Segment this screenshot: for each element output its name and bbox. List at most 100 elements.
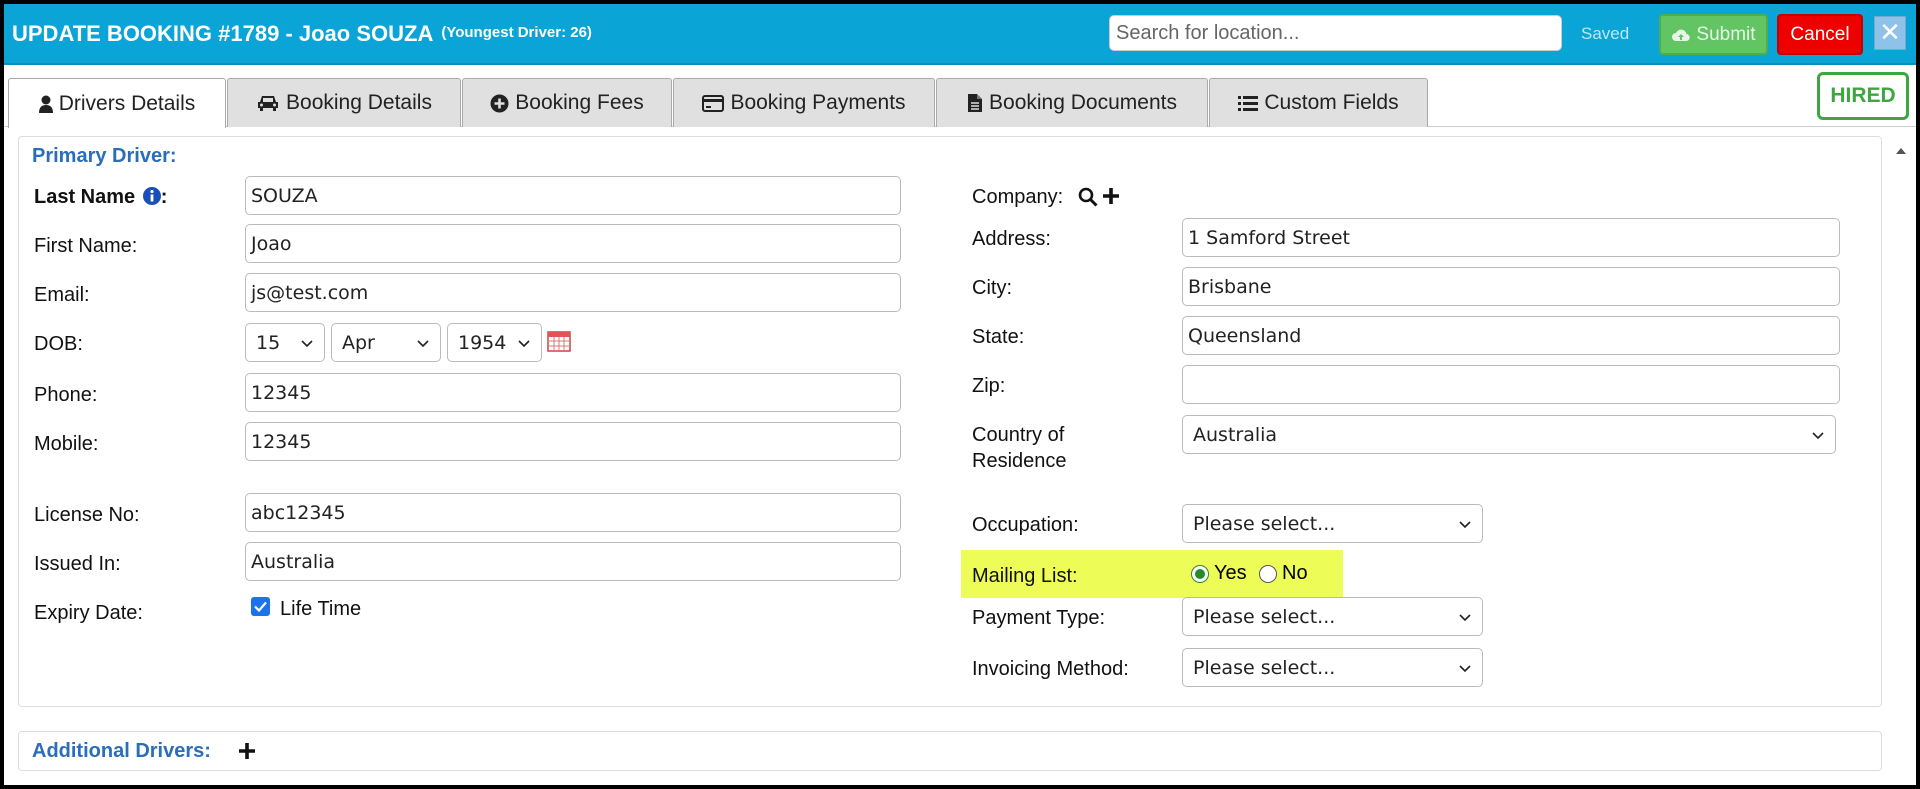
submit-button[interactable]: Submit	[1659, 14, 1768, 55]
booking-title: UPDATE BOOKING #1789 - Joao SOUZA	[12, 21, 434, 46]
dob-label: DOB:	[34, 333, 83, 355]
tab-custom-fields[interactable]: Custom Fields	[1209, 78, 1428, 127]
city-input[interactable]: Brisbane	[1182, 267, 1840, 306]
add-company-icon[interactable]	[1102, 187, 1120, 205]
country-label-line1: Country of	[972, 424, 1065, 446]
tab-drivers-details[interactable]: Drivers Details	[8, 78, 226, 128]
mailing-yes-radio[interactable]	[1191, 564, 1209, 583]
payment-type-label: Payment Type:	[972, 607, 1106, 629]
additional-drivers-title: Additional Drivers:	[32, 740, 211, 763]
cloud-upload-icon	[1672, 29, 1691, 41]
zip-label: Zip:	[972, 375, 1006, 397]
invoicing-method-label: Invoicing Method:	[972, 658, 1129, 680]
mailing-list-label: Mailing List:	[972, 565, 1078, 587]
status-badge: HIRED	[1817, 72, 1909, 120]
chevron-down-icon	[1459, 613, 1471, 621]
last-name-label-text: Last Name	[34, 186, 136, 208]
tab-label: Booking Fees	[515, 91, 644, 114]
invoicing-method-value: Please select...	[1193, 656, 1336, 679]
chevron-down-icon	[518, 339, 530, 347]
search-icon[interactable]	[1078, 187, 1098, 207]
license-input[interactable]: abc12345	[245, 493, 901, 532]
tab-label: Booking Details	[286, 91, 432, 114]
city-label: City:	[972, 277, 1012, 299]
address-input[interactable]: 1 Samford Street	[1182, 218, 1840, 257]
email-label: Email:	[34, 284, 90, 306]
occupation-value: Please select...	[1193, 512, 1336, 535]
chevron-down-icon	[1812, 431, 1824, 439]
tab-label: Drivers Details	[58, 91, 196, 115]
booking-window: UPDATE BOOKING #1789 - Joao SOUZA (Younge…	[4, 4, 1916, 785]
cancel-button[interactable]: Cancel	[1777, 14, 1863, 55]
payment-type-select[interactable]: Please select...	[1182, 597, 1483, 636]
tab-booking-documents[interactable]: Booking Documents	[936, 78, 1208, 127]
tab-booking-fees[interactable]: Booking Fees	[462, 78, 672, 127]
tab-label: Booking Payments	[730, 91, 906, 114]
chevron-down-icon	[1459, 520, 1471, 528]
state-label: State:	[972, 326, 1025, 348]
mobile-label: Mobile:	[34, 433, 99, 455]
scroll-up-icon[interactable]	[1892, 136, 1910, 166]
header-bar: UPDATE BOOKING #1789 - Joao SOUZA (Younge…	[4, 4, 1916, 65]
additional-drivers-title-text: Additional Drivers:	[32, 740, 211, 762]
occupation-label: Occupation:	[972, 514, 1079, 536]
list-icon	[1238, 95, 1259, 111]
company-label: Company:	[972, 186, 1064, 208]
state-input[interactable]: Queensland	[1182, 316, 1840, 355]
payment-type-value: Please select...	[1193, 605, 1336, 628]
tab-label: Custom Fields	[1264, 91, 1399, 114]
first-name-input[interactable]: Joao	[245, 224, 901, 263]
lifetime-label: Life Time	[280, 598, 362, 620]
tab-booking-payments[interactable]: Booking Payments	[673, 78, 935, 127]
expiry-label: Expiry Date:	[34, 602, 143, 624]
check-icon	[254, 601, 267, 612]
mobile-input[interactable]: 12345	[245, 422, 901, 461]
address-label: Address:	[972, 228, 1051, 250]
issued-input[interactable]: Australia	[245, 542, 901, 581]
dob-month-select[interactable]: Apr	[331, 323, 441, 362]
email-input[interactable]: js@test.com	[245, 273, 901, 312]
youngest-driver-note: (Youngest Driver: 26)	[441, 24, 592, 41]
add-driver-icon[interactable]	[238, 742, 256, 760]
close-icon[interactable]: ✕	[1874, 16, 1906, 50]
tab-booking-details[interactable]: Booking Details	[227, 78, 461, 127]
credit-card-icon	[702, 94, 725, 112]
chevron-down-icon	[417, 339, 429, 347]
first-name-label: First Name:	[34, 235, 138, 257]
lifetime-checkbox[interactable]	[251, 597, 270, 616]
dob-year-select[interactable]: 1954	[447, 323, 542, 362]
occupation-select[interactable]: Please select...	[1182, 504, 1483, 543]
dob-day-value: 15	[256, 331, 281, 354]
chevron-down-icon	[301, 339, 313, 347]
car-icon	[258, 96, 279, 111]
last-name-label: Last Name :	[34, 186, 168, 208]
primary-driver-title: Primary Driver:	[32, 145, 177, 167]
zip-input[interactable]	[1182, 365, 1840, 404]
additional-drivers-panel	[18, 731, 1882, 771]
page-title: UPDATE BOOKING #1789 - Joao SOUZA (Younge…	[12, 21, 592, 47]
last-name-input[interactable]: SOUZA	[245, 176, 901, 215]
country-select[interactable]: Australia	[1182, 415, 1836, 454]
saved-status: Saved	[1581, 24, 1630, 43]
dob-day-select[interactable]: 15	[245, 323, 325, 362]
mailing-no-option[interactable]: No	[1259, 562, 1308, 585]
mailing-yes-label: Yes	[1214, 562, 1247, 584]
country-label-line2: Residence	[972, 450, 1067, 472]
location-search-input[interactable]	[1109, 15, 1562, 51]
dob-year-value: 1954	[458, 331, 507, 354]
dob-month-value: Apr	[342, 331, 375, 354]
country-label: Country of Residence	[972, 422, 1067, 474]
user-icon	[38, 95, 53, 113]
info-icon[interactable]	[142, 187, 161, 205]
issued-label: Issued In:	[34, 553, 121, 575]
phone-input[interactable]: 12345	[245, 373, 901, 412]
calendar-icon[interactable]	[547, 330, 571, 352]
mailing-yes-option[interactable]: Yes	[1191, 562, 1247, 585]
mailing-no-radio[interactable]	[1259, 564, 1277, 583]
phone-label: Phone:	[34, 384, 98, 406]
invoicing-method-select[interactable]: Please select...	[1182, 648, 1483, 687]
tab-label: Booking Documents	[989, 91, 1177, 114]
chevron-down-icon	[1459, 664, 1471, 672]
submit-label: Submit	[1696, 23, 1756, 45]
license-label: License No:	[34, 504, 140, 526]
